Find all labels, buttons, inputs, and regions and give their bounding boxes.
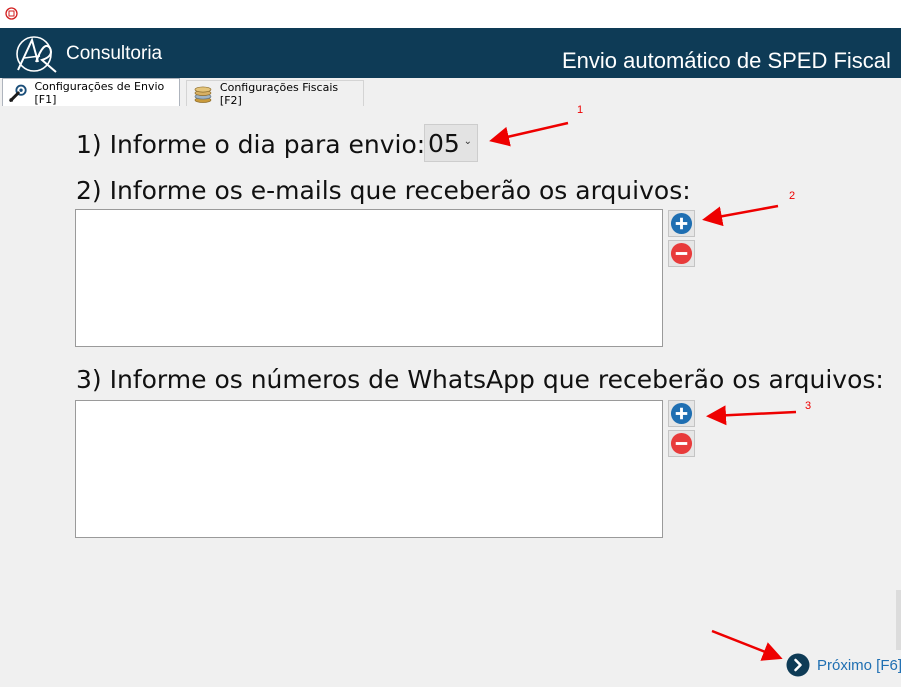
annotation-2: 2	[789, 190, 796, 202]
brand-name: Consultoria	[66, 43, 163, 64]
whatsapp-question-label: 3) Informe os números de WhatsApp que re…	[76, 365, 884, 394]
plus-icon	[670, 402, 693, 425]
emails-list[interactable]	[75, 209, 663, 347]
arrow-next	[711, 629, 783, 661]
arrow-2	[702, 204, 779, 227]
remove-email-button[interactable]	[668, 240, 695, 267]
minus-icon	[670, 432, 693, 455]
tab-configuracoes-envio[interactable]: Configurações de Envio [F1]	[2, 78, 180, 106]
chevron-down-icon: ⌄	[463, 136, 472, 147]
tab-bar: Configurações de Envio [F1] Configuraçõe…	[0, 78, 901, 108]
emails-question-label: 2) Informe os e-mails que receberão os a…	[76, 176, 691, 205]
annotation-3: 3	[805, 400, 812, 412]
arrow-3	[706, 405, 797, 426]
day-select[interactable]: 05 ⌄	[424, 124, 478, 162]
logo-icon	[16, 36, 57, 73]
next-button[interactable]: Próximo [F6]	[786, 653, 901, 677]
wrench-gear-icon	[9, 84, 27, 102]
tab-label: Configurações de Envio [F1]	[34, 79, 165, 106]
window-edge	[896, 590, 901, 650]
day-question-label: 1) Informe o dia para envio:	[76, 130, 426, 159]
annotation-1: 1	[577, 104, 584, 116]
tab-configuracoes-fiscais[interactable]: Configurações Fiscais [F2]	[186, 80, 364, 107]
add-email-button[interactable]	[668, 210, 695, 237]
day-select-value: 05	[428, 128, 460, 158]
plus-icon	[670, 212, 693, 235]
add-whatsapp-button[interactable]	[668, 400, 695, 427]
title-bar	[0, 0, 901, 28]
remove-whatsapp-button[interactable]	[668, 430, 695, 457]
coins-icon	[194, 86, 212, 103]
app-icon	[5, 7, 18, 20]
app-header: Consultoria Envio automático de SPED Fis…	[0, 28, 901, 78]
arrow-1	[489, 121, 569, 147]
minus-icon	[670, 242, 693, 265]
page-title: Envio automático de SPED Fiscal	[562, 48, 891, 73]
whatsapp-list[interactable]	[75, 400, 663, 538]
chevron-right-circle-icon	[786, 653, 810, 677]
next-label: Próximo [F6]	[817, 656, 901, 674]
tab-label: Configurações Fiscais [F2]	[219, 80, 339, 107]
